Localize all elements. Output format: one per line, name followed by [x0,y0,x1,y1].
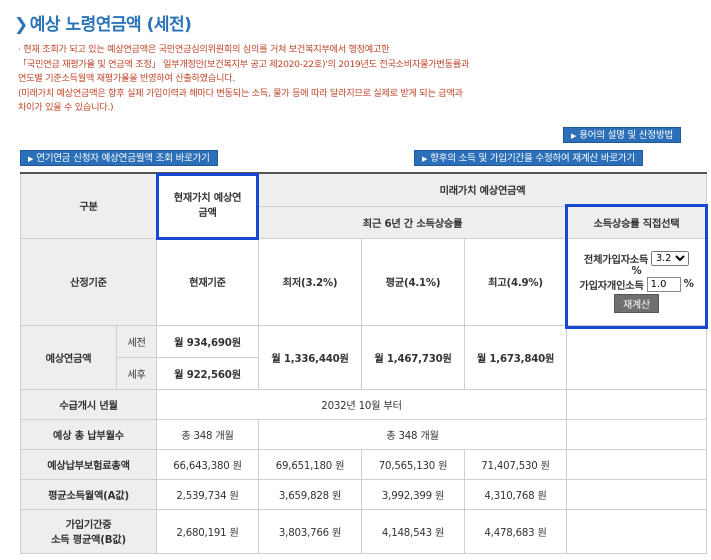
won-prefix: 월 [476,353,487,365]
header-current-basis: 현재기준 [156,237,260,326]
total-income-unit: % [631,265,642,277]
aftertax-current-amount: 922,560원 [186,369,241,381]
row-aftertax: 세후 [115,356,158,390]
row-expected-pension: 예상연금액 [20,324,117,390]
notice-line: 「국민연금 재평가율 및 연금액 조정」 일부개정안(보건복지부 공고 제202… [18,58,470,70]
a-value-max: 4,310,768 원 [464,478,568,510]
empty-cell [566,478,708,510]
notice-line: · 현재 조회가 되고 있는 예상연금액은 국민연금심의위원회의 심의를 거쳐 … [18,44,390,55]
recalculate-button[interactable]: 재계산 [614,293,660,313]
empty-cell [566,418,708,450]
row-pretax: 세전 [115,324,158,358]
empty-cell [566,324,708,390]
premium-min: 69,651,180 원 [258,448,363,480]
notice-line: 차이가 있을 수 있습니다.) [18,102,114,114]
total-income-rate-select[interactable]: 3.2 [651,250,690,266]
header-avg-rate: 평균(4.1%) [361,237,466,326]
a-value-current: 2,539,734 원 [156,478,260,510]
recalculate-shortcut-button[interactable]: ▶ 향후의 소득 및 가입기간을 수정하여 재계산 바로가기 [414,150,643,166]
page-title-text: 예상 노령연금액 (세전) [29,15,192,35]
months-future-value: 총 348 개월 [258,418,568,450]
a-value-avg: 3,992,399 원 [361,478,466,510]
payment-start-value: 2032년 10월 부터 [156,388,568,420]
recalculate-shortcut-label: 향후의 소득 및 가입기간을 수정하여 재계산 바로가기 [430,153,635,164]
future-avg-value: 월 1,467,730원 [361,324,466,390]
future-max-value: 월 1,673,840원 [464,324,568,390]
won-prefix: 월 [374,353,384,365]
header-basis: 산정기준 [19,237,158,326]
row-a-value: 평균소득월액(A값) [19,478,158,510]
header-present-value-text: 현재가치 예상연금액 [173,192,242,219]
aftertax-current-value: 월 922,560원 [156,356,260,390]
b-value-avg: 4,148,543 원 [361,508,466,554]
triangle-right-icon: ▶ [571,132,577,140]
deferred-pension-lookup-button[interactable]: ▶ 연기연금 신청자 예상연금월액 조회 바로가기 [20,150,218,166]
notice-line: 연도별 기준소득월액 재평가율을 반영하여 산출하였습니다. [18,73,235,85]
pretax-current-value: 월 934,690원 [156,324,260,358]
personal-income-row: 가입자개인소득 % [569,276,704,292]
notice-line: (미래가치 예상연금액은 향후 실제 가입이력과 해마다 변동되는 소득, 물가… [18,87,463,99]
row-b-value-line1: 가입기간중 [65,520,112,531]
a-value-min: 3,659,828 원 [258,478,363,510]
premium-avg: 70,565,130 원 [361,448,466,480]
future-max-amount: 1,673,840원 [489,353,555,365]
b-value-max: 4,478,683 원 [464,508,568,554]
header-max-rate: 최고(4.9%) [464,237,568,326]
won-prefix: 월 [174,369,184,381]
future-min-value: 월 1,336,440원 [258,324,363,390]
row-b-value-line2: 소득 평균액(B값) [51,535,126,546]
premium-max: 71,407,530 원 [464,448,568,480]
total-income-row: 전체가입자소득 3.2 [569,250,704,266]
terms-explanation-button[interactable]: ▶ 용어의 설명 및 산정방법 [563,127,682,143]
triangle-right-icon: ▶ [422,155,428,163]
recalc-wrap: 재계산 [569,292,704,313]
empty-cell [566,388,708,420]
future-avg-amount: 1,467,730원 [386,353,452,365]
empty-cell [566,508,708,554]
direct-select-panel: 전체가입자소득 3.2 % 가입자개인소득 % 재계산 [566,237,708,326]
pretax-current-amount: 934,690원 [186,337,241,349]
b-value-min: 3,803,766 원 [258,508,363,554]
personal-income-label: 가입자개인소득 [579,280,644,292]
header-direct-select: 소득상승률 직접선택 [566,205,708,239]
row-payment-start: 수급개시 년월 [19,388,158,420]
deferred-pension-lookup-label: 연기연금 신청자 예상연금월액 조회 바로가기 [36,153,210,164]
terms-explanation-label: 용어의 설명 및 산정방법 [579,130,674,141]
won-prefix: 월 [174,337,184,349]
b-value-current: 2,680,191 원 [156,508,260,554]
months-current-value: 총 348 개월 [156,418,260,450]
chevron-right-icon: ❯ [14,15,28,35]
header-min-rate: 최저(3.2%) [258,237,363,326]
header-recent-income-rate: 최근 6년 간 소득상승률 [258,205,568,239]
future-min-amount: 1,336,440원 [283,353,349,365]
pension-table: 구분 현재가치 예상연금액 미래가치 예상연금액 최근 6년 간 소득상승률 소… [19,172,708,554]
personal-income-rate-input[interactable] [646,276,681,292]
row-b-value: 가입기간중소득 평균액(B값) [19,508,158,554]
notice-text: · 현재 조회가 되고 있는 예상연금액은 국민연금심의위원회의 심의를 거쳐 … [18,43,708,116]
row-total-premium: 예상납부보험료총액 [19,448,158,480]
page-title: ❯ 예상 노령연금액 (세전) [14,10,192,35]
premium-current: 66,643,380 원 [156,448,260,480]
triangle-right-icon: ▶ [28,155,34,163]
total-income-label: 전체가입자소득 [583,254,649,266]
won-prefix: 월 [271,353,281,365]
row-total-months: 예상 총 납부월수 [19,418,158,450]
header-present-value: 현재가치 예상연금액 [156,172,260,239]
header-future-value: 미래가치 예상연금액 [258,172,708,207]
header-category: 구분 [19,172,158,239]
empty-cell [566,448,708,480]
personal-income-unit: % [683,278,694,290]
